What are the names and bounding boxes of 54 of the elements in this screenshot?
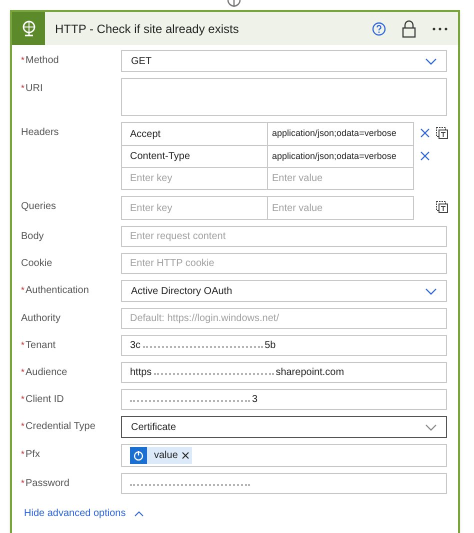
delete-row-icon[interactable] bbox=[420, 150, 430, 160]
dropdown-field[interactable]: Certificate bbox=[121, 416, 447, 438]
field-label: Client ID bbox=[26, 393, 64, 407]
input-field[interactable] bbox=[121, 473, 447, 494]
lock-icon[interactable] bbox=[402, 20, 416, 38]
dynamic-content-token[interactable]: value bbox=[130, 447, 192, 464]
text-mode-icon[interactable] bbox=[436, 127, 448, 139]
dropdown-field[interactable]: GET bbox=[121, 50, 447, 72]
field-label: Pfx bbox=[26, 448, 40, 462]
required-asterisk: * bbox=[21, 366, 25, 379]
field-label: Authority bbox=[21, 312, 60, 326]
connector-arrow-icon bbox=[227, 0, 241, 8]
field-label: Body bbox=[21, 230, 44, 244]
input-field[interactable]: 3c 5b bbox=[121, 335, 447, 356]
chevron-up-icon[interactable] bbox=[134, 510, 144, 516]
field-label: Credential Type bbox=[26, 420, 96, 434]
key-value-table[interactable]: Accept application/json;odata=verbose Content-Type application/json;odata=verbose Enter key Enter value bbox=[121, 122, 414, 190]
required-asterisk: * bbox=[21, 393, 25, 406]
field-label: Cookie bbox=[21, 257, 52, 271]
table-cell[interactable]: Accept bbox=[122, 123, 268, 145]
field-label: Tenant bbox=[26, 339, 56, 353]
required-asterisk: * bbox=[21, 339, 25, 352]
input-field[interactable]: https sharepoint.com bbox=[121, 362, 447, 383]
field-label: Authentication bbox=[26, 284, 89, 298]
text-area-field[interactable] bbox=[121, 78, 447, 116]
remove-icon[interactable] bbox=[182, 452, 189, 459]
required-asterisk: * bbox=[21, 477, 25, 490]
required-asterisk: * bbox=[21, 284, 25, 297]
field-label: Audience bbox=[26, 366, 68, 380]
more-options-icon[interactable] bbox=[432, 26, 448, 30]
required-asterisk: * bbox=[21, 420, 25, 433]
required-asterisk: * bbox=[21, 54, 25, 67]
chevron-down-icon[interactable] bbox=[425, 58, 437, 64]
field-label: Queries bbox=[21, 200, 56, 214]
chevron-down-icon[interactable] bbox=[425, 288, 437, 294]
table-cell[interactable]: application/json;odata=verbose bbox=[268, 146, 413, 167]
field-label: URI bbox=[26, 82, 43, 96]
table-cell[interactable]: Content-Type bbox=[122, 146, 268, 167]
chevron-down-icon[interactable] bbox=[425, 424, 437, 430]
text-mode-icon[interactable] bbox=[436, 201, 448, 213]
dropdown-field[interactable]: Active Directory OAuth bbox=[121, 280, 447, 302]
field-label: Headers bbox=[21, 126, 59, 140]
card-title: HTTP - Check if site already exists bbox=[55, 20, 240, 38]
field-label: Password bbox=[26, 477, 70, 491]
hide-advanced-options-link[interactable]: Hide advanced options bbox=[24, 506, 126, 521]
help-icon[interactable] bbox=[372, 22, 386, 36]
required-asterisk: * bbox=[21, 448, 25, 461]
input-field[interactable]: 3 bbox=[121, 389, 447, 410]
delete-row-icon[interactable] bbox=[420, 128, 430, 138]
required-asterisk: * bbox=[21, 82, 25, 95]
input-field[interactable]: value bbox=[121, 444, 447, 467]
power-icon[interactable] bbox=[133, 450, 144, 461]
table-cell[interactable]: application/json;odata=verbose bbox=[268, 123, 413, 145]
field-label: Method bbox=[26, 54, 59, 68]
